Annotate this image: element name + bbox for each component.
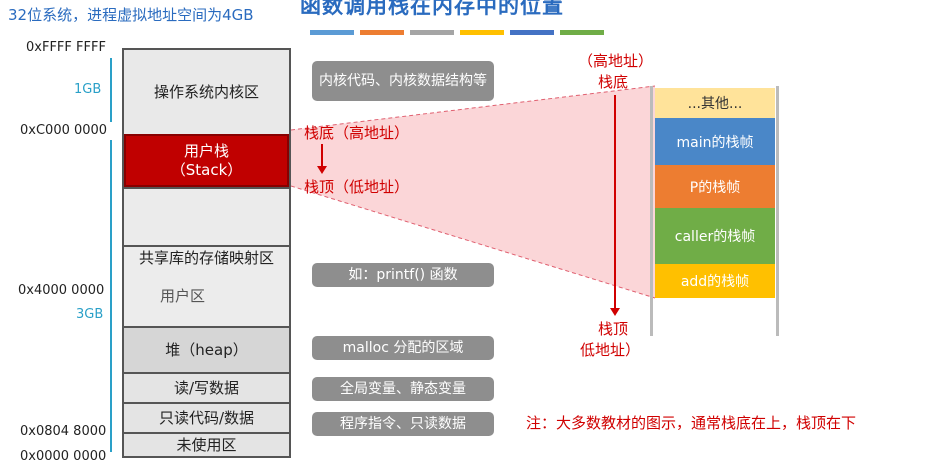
stack-frame-add: add的栈帧 bbox=[655, 264, 775, 298]
low-address-label: 低地址） bbox=[580, 341, 641, 359]
user-stack-label: 用户栈 bbox=[183, 141, 229, 160]
shared-lib-callout: 如：printf() 函数 bbox=[312, 263, 494, 287]
stack-bottom-label: 栈底 bbox=[598, 73, 629, 91]
heap-label: 堆（heap） bbox=[165, 340, 248, 359]
ro-code-segment: 只读代码/数据 bbox=[124, 402, 289, 432]
high-address-label: （高地址） bbox=[578, 52, 654, 70]
kernel-label: 操作系统内核区 bbox=[153, 82, 259, 101]
stack-bottom-left-label: 栈底（高地址） bbox=[304, 124, 410, 142]
stack-frame-other: ...其他... bbox=[655, 88, 775, 118]
user-stack-segment: 用户栈 （Stack） bbox=[124, 134, 289, 187]
address-kernel-boundary: 0xC000 0000 bbox=[20, 123, 108, 138]
kernel-size-brace bbox=[110, 58, 112, 122]
rw-data-callout: 全局变量、静态变量 bbox=[312, 377, 494, 401]
address-zero: 0x0000 0000 bbox=[20, 449, 107, 464]
ro-code-callout: 程序指令、只读数据 bbox=[312, 412, 494, 436]
stack-frame-main: main的栈帧 bbox=[655, 118, 775, 165]
address-top: 0xFFFF FFFF bbox=[26, 40, 106, 55]
kernel-callout: 内核代码、内核数据结构等 bbox=[312, 61, 494, 101]
user-stack-en-label: （Stack） bbox=[170, 160, 243, 179]
address-code-start: 0x0804 8000 bbox=[20, 424, 107, 439]
stack-frame-p: P的栈帧 bbox=[655, 165, 775, 208]
unused-segment: 未使用区 bbox=[124, 432, 289, 456]
heap-callout: malloc 分配的区域 bbox=[312, 336, 494, 360]
stack-top-left-label: 栈顶（低地址） bbox=[304, 178, 410, 196]
rw-data-label: 读/写数据 bbox=[173, 378, 240, 397]
unused-label: 未使用区 bbox=[176, 435, 237, 454]
stack-growth-arrowhead-long bbox=[610, 308, 620, 316]
kernel-segment: 操作系统内核区 bbox=[124, 50, 289, 134]
shared-lib-label: 共享库的存储映射区 bbox=[138, 249, 274, 267]
address-shared-lib: 0x4000 0000 bbox=[18, 283, 105, 298]
user-size-label: 3GB bbox=[76, 307, 104, 322]
kernel-size-label: 1GB bbox=[74, 82, 102, 97]
shared-lib-segment: 共享库的存储映射区 bbox=[124, 245, 289, 293]
user-size-brace bbox=[110, 140, 112, 452]
stack-top-label: 栈顶 bbox=[598, 320, 629, 338]
ro-code-label: 只读代码/数据 bbox=[158, 408, 255, 427]
footnote: 注：大多数教材的图示，通常栈底在上，栈顶在下 bbox=[526, 414, 857, 432]
rw-data-segment: 读/写数据 bbox=[124, 372, 289, 402]
user-area-label: 用户区 bbox=[160, 287, 206, 305]
stack-frame-caller: caller的栈帧 bbox=[655, 208, 775, 264]
free-area-segment bbox=[124, 187, 289, 245]
memory-layout: 操作系统内核区 用户栈 （Stack） 共享库的存储映射区 堆（heap） 读/… bbox=[122, 48, 291, 458]
heap-segment: 堆（heap） bbox=[124, 326, 289, 372]
